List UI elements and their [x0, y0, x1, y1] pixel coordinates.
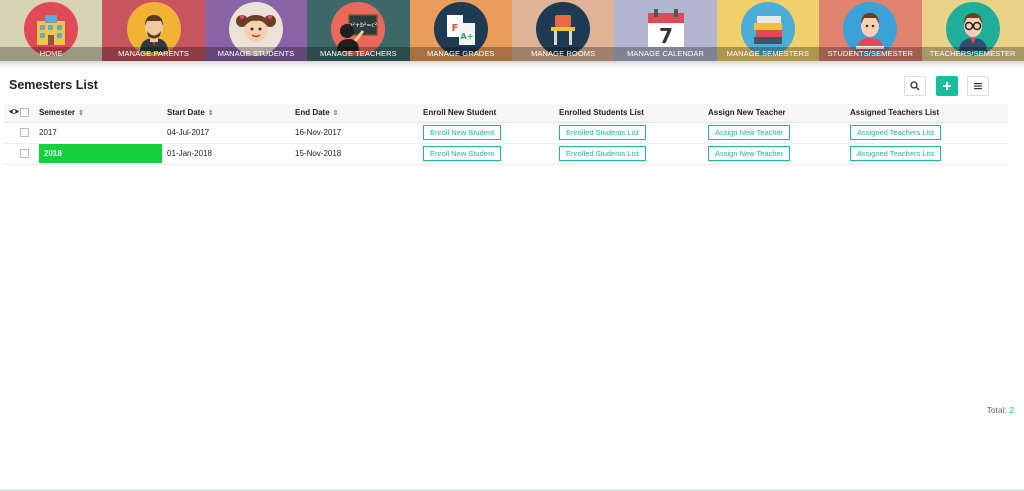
column-header-assigned: Assigned Teachers List [850, 104, 1008, 123]
sort-icon: ⇕ [78, 110, 84, 118]
assign-new-teacher-button[interactable]: Assign New Teacher [708, 146, 791, 161]
svg-text:7: 7 [659, 24, 673, 48]
nav-tile-teachers-semester[interactable]: TEACHERS/SEMESTER [921, 0, 1024, 68]
total-count: Total: 2 [987, 405, 1014, 415]
column-label-end-date: End Date [295, 108, 330, 118]
sort-icon: ⇕ [207, 110, 214, 118]
nav-label-manage-rooms: MANAGE ROOMS [531, 49, 596, 58]
table-row: 2017 04-Jul-2017 16-Nov-2017 Enroll New … [4, 122, 1008, 144]
column-label-semester: Semester [39, 108, 76, 118]
nav-tile-students-semester[interactable]: STUDENTS/SEMESTER [819, 0, 922, 68]
nav-tile-manage-teachers[interactable]: a²+b²=c² MANAGE TEACHERS [307, 0, 410, 68]
search-icon [910, 81, 920, 91]
select-all-checkbox[interactable] [20, 108, 29, 118]
nav-tile-manage-calendar[interactable]: 7 MANAGE CALENDAR [614, 0, 717, 68]
nav-label-manage-calendar: MANAGE CALENDAR [627, 49, 704, 58]
page-title: Semesters List [9, 78, 98, 92]
column-header-start-date[interactable]: Start Date ⇕ [167, 104, 295, 123]
nav-tile-home[interactable]: HOME [0, 0, 103, 68]
nav-tile-manage-rooms[interactable]: MANAGE ROOMS [511, 0, 615, 68]
assigned-teachers-list-button[interactable]: Assigned Teachers List [850, 146, 941, 161]
nav-tile-manage-students[interactable]: MANAGE STUDENTS [204, 0, 308, 68]
nav-tile-manage-semesters[interactable]: MANAGE SEMESTERS [716, 0, 820, 68]
enrolled-students-list-button[interactable]: Enrolled Students List [559, 146, 646, 161]
table-header-row: Semester ⇕ Start Date ⇕ End Date ⇕ Enroll N… [4, 104, 1008, 123]
enroll-new-student-button[interactable]: Enroll New Student [423, 146, 502, 161]
search-button[interactable] [904, 76, 926, 96]
end-date-cell: 15-Nov-2018 [295, 143, 423, 165]
end-date-cell: 16-Nov-2017 [295, 122, 423, 144]
nav-label-home: HOME [39, 49, 63, 58]
nav-label-manage-semesters: MANAGE SEMESTERS [726, 49, 810, 58]
menu-button[interactable] [967, 76, 989, 96]
hamburger-menu-icon [974, 83, 982, 90]
svg-text:F: F [451, 23, 458, 34]
svg-text:A+: A+ [460, 32, 473, 41]
start-date-cell: 01-Jan-2018 [167, 143, 295, 165]
nav-tile-manage-grades[interactable]: F A+ MANAGE GRADES [409, 0, 512, 68]
column-header-assign: Assign New Teacher [708, 104, 850, 123]
column-header-enrolled: Enrolled Students List [559, 104, 708, 123]
total-label: Total: [986, 405, 1007, 415]
row-checkbox[interactable] [20, 128, 29, 138]
semester-cell-highlighted: 2018 [39, 144, 162, 163]
enroll-new-student-button[interactable]: Enroll New Student [423, 125, 502, 140]
nav-label-teachers-semester: TEACHERS/SEMESTER [929, 49, 1016, 58]
start-date-cell: 04-Jul-2017 [167, 122, 295, 144]
nav-label-students-semester: STUDENTS/SEMESTER [827, 49, 914, 58]
column-header-semester[interactable]: Semester ⇕ [39, 104, 167, 123]
add-semester-button[interactable] [936, 76, 958, 96]
nav-label-manage-teachers: MANAGE TEACHERS [319, 49, 397, 58]
sort-icon: ⇕ [332, 110, 339, 118]
nav-label-manage-grades: MANAGE GRADES [426, 49, 495, 58]
table-row: 2018 01-Jan-2018 15-Nov-2018 Enroll New … [4, 143, 1008, 165]
semesters-table: Semester ⇕ Start Date ⇕ End Date ⇕ Enroll N… [4, 104, 1008, 165]
enrolled-students-list-button[interactable]: Enrolled Students List [559, 125, 646, 140]
total-value: 2 [1009, 405, 1014, 415]
column-header-enroll: Enroll New Student [423, 104, 559, 123]
column-header-end-date[interactable]: End Date ⇕ [295, 104, 423, 123]
semester-cell: 2017 [39, 122, 167, 144]
nav-tile-manage-parents[interactable]: MANAGE PARENTS [102, 0, 205, 68]
column-label-start-date: Start Date [167, 108, 205, 118]
nav-label-manage-students: MANAGE STUDENTS [217, 49, 295, 58]
eye-icon [9, 109, 19, 114]
nav-label-manage-parents: MANAGE PARENTS [118, 49, 190, 58]
column-visibility-toggle[interactable] [4, 104, 20, 123]
row-checkbox[interactable] [20, 149, 29, 159]
assign-new-teacher-button[interactable]: Assign New Teacher [708, 125, 791, 140]
plus-icon [943, 82, 951, 90]
assigned-teachers-list-button[interactable]: Assigned Teachers List [850, 125, 941, 140]
top-navigation: HOME MANAGE PARENTS MANAGE STUDENTS a²+b… [0, 0, 1024, 68]
